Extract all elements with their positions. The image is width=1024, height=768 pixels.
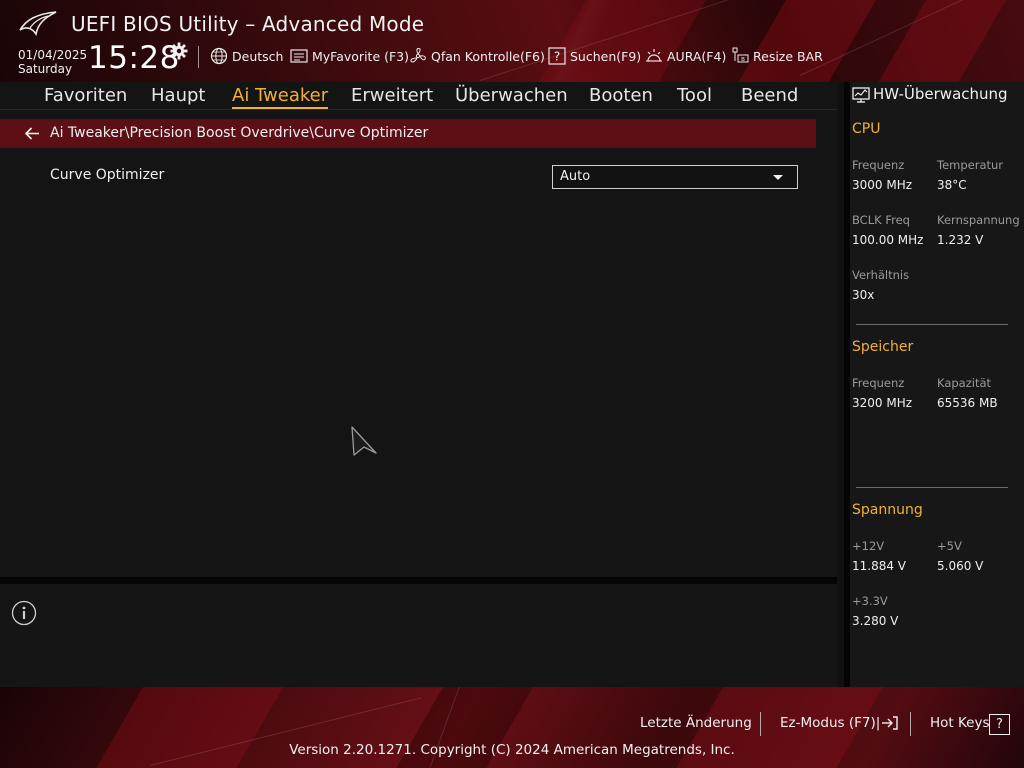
header-decor	[728, 0, 882, 82]
mem-freq-label: Frequenz	[852, 376, 905, 390]
bclk-label: BCLK Freq	[852, 213, 910, 227]
v12-label: +12V	[852, 539, 885, 553]
hot-keys-button[interactable]: Hot Keys	[930, 715, 990, 731]
mem-freq-value: 3200 MHz	[852, 396, 913, 410]
search-button[interactable]: ? Suchen(F9)	[548, 46, 641, 66]
tab-favoriten[interactable]: Favoriten	[44, 85, 127, 106]
tab-booten[interactable]: Booten	[589, 85, 653, 106]
footer-separator	[760, 712, 761, 736]
vcore-label: Kernspannung	[937, 213, 1020, 227]
ez-mode-button[interactable]: Ez-Modus (F7)|	[780, 715, 899, 731]
curve-optimizer-dropdown[interactable]: Auto	[552, 165, 798, 189]
hw-section-divider	[856, 487, 1008, 488]
cpu-temp-label: Temperatur	[937, 158, 1004, 172]
help-question-icon[interactable]: ?	[989, 714, 1010, 735]
curve-optimizer-label: Curve Optimizer	[50, 167, 165, 183]
voltage-section-title: Spannung	[852, 502, 923, 518]
exit-arrow-icon	[882, 716, 898, 730]
language-button[interactable]: Deutsch	[210, 46, 283, 66]
mouse-pointer-icon	[351, 426, 377, 456]
memory-section-title: Speicher	[852, 339, 914, 355]
v33-label: +3.3V	[852, 594, 888, 608]
time-display: 15:28	[88, 40, 180, 76]
aura-button[interactable]: AURA(F4)	[645, 46, 726, 66]
svg-text:B: B	[741, 57, 745, 63]
breadcrumb-path: Ai Tweaker\Precision Boost Overdrive\Cur…	[50, 125, 429, 141]
language-label: Deutsch	[232, 48, 284, 64]
dropdown-caret-icon	[773, 175, 783, 180]
monitor-icon	[852, 87, 870, 103]
svg-text:?: ?	[554, 50, 560, 64]
resize-bar-label: Resize BAR	[753, 48, 823, 64]
tab-ueberwachen[interactable]: Überwachen	[455, 85, 568, 106]
search-help-icon: ?	[548, 47, 566, 65]
content-divider	[0, 577, 837, 584]
globe-icon	[210, 47, 228, 65]
cpu-section-title: CPU	[852, 121, 881, 137]
hw-section-divider	[856, 324, 1008, 325]
header-decor	[868, 0, 1012, 82]
bclk-value: 100.00 MHz	[852, 233, 924, 247]
hw-monitor-title: HW-Überwachung	[873, 85, 1008, 103]
aura-light-icon	[646, 49, 662, 62]
version-text: Version 2.20.1271. Copyright (C) 2024 Am…	[289, 742, 735, 758]
last-change-button[interactable]: Letzte Änderung	[640, 715, 752, 731]
info-icon	[11, 600, 37, 626]
ratio-label: Verhältnis	[852, 268, 910, 282]
favorite-list-icon	[290, 49, 308, 63]
ratio-value: 30x	[852, 288, 875, 302]
v5-label: +5V	[937, 539, 962, 553]
app-title: UEFI BIOS Utility – Advanced Mode	[71, 12, 425, 36]
settings-gear-icon[interactable]	[170, 42, 188, 60]
day-display: Saturday	[18, 62, 73, 76]
cpu-freq-value: 3000 MHz	[852, 178, 913, 192]
ez-mode-label: Ez-Modus (F7)|	[780, 715, 881, 731]
header-bar: UEFI BIOS Utility – Advanced Mode 01/04/…	[0, 0, 1024, 82]
aura-label: AURA(F4)	[667, 48, 727, 64]
breadcrumb-bar: Ai Tweaker\Precision Boost Overdrive\Cur…	[0, 119, 816, 148]
cpu-temp-value: 38°C	[937, 178, 967, 192]
tab-beend[interactable]: Beend	[741, 85, 798, 106]
qfan-button[interactable]: Qfan Kontrolle(F6)	[409, 46, 545, 66]
myfavorite-button[interactable]: MyFavorite (F3)	[290, 46, 409, 66]
mem-capacity-label: Kapazität	[937, 376, 992, 390]
cpu-freq-label: Frequenz	[852, 158, 905, 172]
myfavorite-label: MyFavorite (F3)	[312, 48, 410, 64]
rog-logo-icon	[19, 11, 57, 36]
mem-capacity-value: 65536 MB	[937, 396, 998, 410]
tab-erweitert[interactable]: Erweitert	[351, 85, 433, 106]
main-menu-bar: Favoriten Haupt Ai Tweaker Erweitert Übe…	[0, 82, 837, 110]
qfan-label: Qfan Kontrolle(F6)	[431, 48, 545, 64]
search-label: Suchen(F9)	[570, 48, 642, 64]
v5-value: 5.060 V	[937, 559, 984, 573]
curve-optimizer-value: Auto	[560, 169, 591, 184]
tab-ai-tweaker[interactable]: Ai Tweaker	[232, 85, 329, 109]
vcore-value: 1.232 V	[937, 233, 984, 247]
header-separator	[198, 46, 199, 68]
fan-icon	[410, 47, 426, 63]
resize-bar-button[interactable]: B Resize BAR	[731, 46, 823, 66]
v33-value: 3.280 V	[852, 614, 899, 628]
footer-separator	[910, 712, 911, 736]
date-display: 01/04/2025	[18, 48, 88, 62]
resize-bar-icon: B	[732, 47, 749, 63]
tab-tool[interactable]: Tool	[677, 85, 712, 106]
tab-haupt[interactable]: Haupt	[151, 85, 205, 106]
back-arrow-icon[interactable]	[24, 125, 41, 142]
v12-value: 11.884 V	[852, 559, 907, 573]
info-panel	[0, 584, 837, 687]
